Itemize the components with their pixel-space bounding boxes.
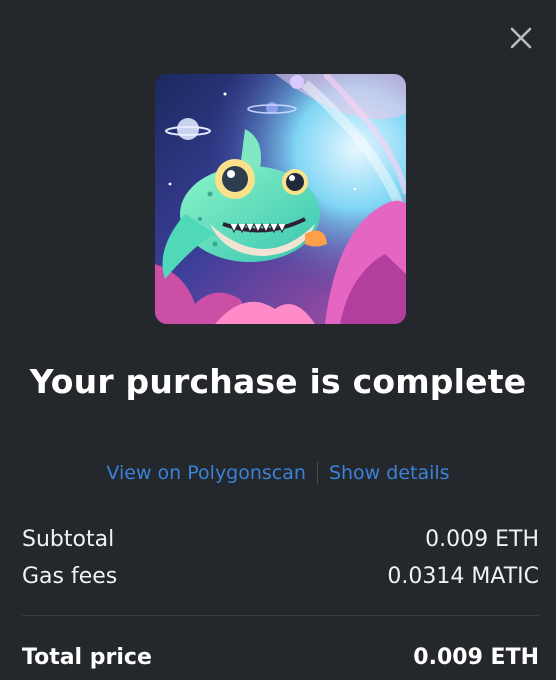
gas-fees-row: Gas fees 0.0314 MATIC (22, 559, 539, 593)
show-details-link[interactable]: Show details (329, 462, 450, 484)
close-icon (510, 27, 532, 49)
total-price-row: Total price 0.009 ETH (22, 640, 539, 674)
total-price-value: 0.009 ETH (413, 644, 539, 670)
transaction-links: View on Polygonscan Show details (0, 458, 556, 488)
close-button[interactable] (505, 22, 537, 54)
view-on-polygonscan-link[interactable]: View on Polygonscan (106, 462, 306, 484)
nft-artwork-image (155, 74, 406, 324)
page-title: Your purchase is complete (29, 362, 527, 401)
purchase-complete-modal: Your purchase is complete View on Polygo… (0, 0, 556, 680)
summary-divider (22, 615, 539, 616)
subtotal-label: Subtotal (22, 526, 115, 552)
total-price-label: Total price (22, 644, 152, 670)
link-divider (316, 462, 318, 484)
gas-fees-label: Gas fees (22, 563, 118, 589)
gas-fees-value: 0.0314 MATIC (387, 563, 539, 589)
subtotal-value: 0.009 ETH (425, 526, 539, 552)
subtotal-row: Subtotal 0.009 ETH (22, 522, 539, 556)
